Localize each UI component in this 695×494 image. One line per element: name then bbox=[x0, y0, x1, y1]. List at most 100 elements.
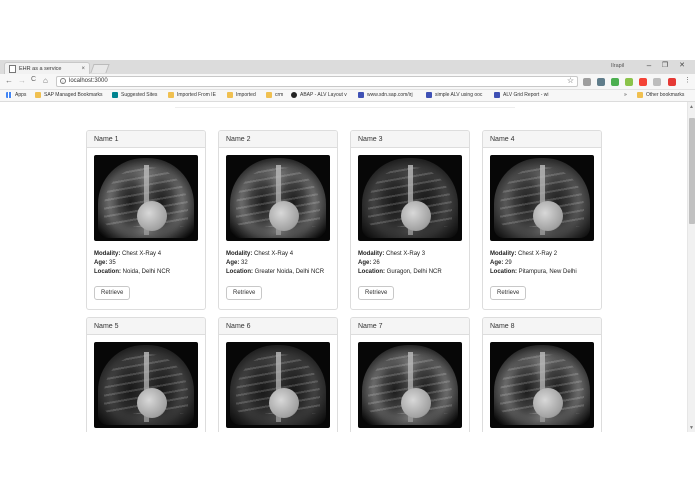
page-lines-icon bbox=[494, 92, 500, 98]
divider bbox=[175, 107, 515, 108]
patient-name: Name 6 bbox=[219, 318, 337, 335]
close-window-button[interactable]: ✕ bbox=[675, 61, 689, 69]
modality-value: Chest X-Ray 4 bbox=[254, 251, 294, 257]
retrieve-button[interactable]: Retrieve bbox=[226, 286, 263, 300]
folder-icon bbox=[637, 92, 643, 98]
bookmark-label: crm bbox=[275, 92, 284, 98]
chest-xray-image[interactable] bbox=[490, 342, 594, 428]
location-value: Greater Noida, Delhi NCR bbox=[254, 269, 325, 275]
patient-card: Name 3 Modality: Chest X-Ray 3 Age: 26 L… bbox=[350, 130, 470, 310]
bookmark-folder[interactable]: crm bbox=[266, 92, 283, 98]
bookmark-item[interactable]: ABAP - ALV Layout v bbox=[291, 92, 347, 98]
scroll-down-icon[interactable]: ▼ bbox=[689, 425, 694, 431]
bookmark-label: Other bookmarks bbox=[646, 92, 685, 98]
bookmark-item[interactable]: www.sdn.sap.com/irj bbox=[358, 92, 413, 98]
retrieve-button[interactable]: Retrieve bbox=[94, 286, 131, 300]
bookmark-folder[interactable]: Imported From IE bbox=[168, 92, 216, 98]
bookmark-item[interactable]: Suggested Sites bbox=[112, 92, 157, 98]
address-bar[interactable]: i localhost:3000 ☆ bbox=[56, 76, 578, 87]
patient-name: Name 5 bbox=[87, 318, 205, 335]
location-value: Pitampura, New Delhi bbox=[518, 269, 577, 275]
patient-name: Name 4 bbox=[483, 131, 601, 148]
folder-icon bbox=[35, 92, 41, 98]
folder-icon bbox=[266, 92, 272, 98]
bookmark-label: Imported From IE bbox=[177, 92, 216, 98]
location-value: Noida, Delhi NCR bbox=[122, 269, 171, 275]
browser-window: EHR as a service × Ilrapil – ❐ ✕ ← → C ⌂… bbox=[0, 60, 695, 432]
bookmark-label: www.sdn.sap.com/irj bbox=[367, 92, 413, 98]
back-icon[interactable]: ← bbox=[5, 76, 13, 85]
chest-xray-image[interactable] bbox=[490, 155, 594, 241]
apps-icon bbox=[6, 92, 12, 98]
folder-icon bbox=[168, 92, 174, 98]
bookmark-folder[interactable]: SAP Managed Bookmarks bbox=[35, 92, 103, 98]
patient-name: Name 7 bbox=[351, 318, 469, 335]
extension-icon[interactable] bbox=[668, 78, 676, 86]
chest-xray-image[interactable] bbox=[358, 155, 462, 241]
browser-toolbar: ← → C ⌂ i localhost:3000 ☆ ⋮ bbox=[0, 74, 695, 90]
chest-xray-image[interactable] bbox=[358, 342, 462, 428]
extension-icon[interactable] bbox=[583, 78, 591, 86]
circle-icon bbox=[291, 92, 297, 98]
reload-icon[interactable]: C bbox=[31, 76, 36, 83]
extension-icon[interactable] bbox=[625, 78, 633, 86]
menu-icon[interactable]: ⋮ bbox=[684, 76, 691, 84]
retrieve-button[interactable]: Retrieve bbox=[358, 286, 395, 300]
patient-name: Name 1 bbox=[87, 131, 205, 148]
patient-card: Name 1 Modality: Chest X-Ray 4 Age: 35 L… bbox=[86, 130, 206, 310]
patient-card: Name 7 bbox=[350, 317, 470, 432]
age-value: 32 bbox=[241, 260, 248, 266]
extension-icon[interactable] bbox=[639, 78, 647, 86]
patient-card: Name 6 bbox=[218, 317, 338, 432]
address-text: localhost:3000 bbox=[69, 78, 108, 84]
maximize-button[interactable]: ❐ bbox=[658, 61, 672, 69]
bookmark-item[interactable]: simple ALV using ooc bbox=[426, 92, 482, 98]
extension-icon[interactable] bbox=[597, 78, 605, 86]
patient-details: Modality: Chest X-Ray 4 Age: 32 Location… bbox=[226, 251, 325, 275]
browser-tab[interactable]: EHR as a service × bbox=[4, 62, 90, 74]
folder-icon bbox=[227, 92, 233, 98]
age-value: 29 bbox=[505, 260, 512, 266]
scrollbar-thumb[interactable] bbox=[689, 118, 695, 224]
minimize-button[interactable]: – bbox=[642, 61, 656, 70]
tab-strip: EHR as a service × Ilrapil – ❐ ✕ bbox=[0, 60, 695, 74]
bookmark-item[interactable]: ALV Grid Report - wi bbox=[494, 92, 548, 98]
screen: EHR as a service × Ilrapil – ❐ ✕ ← → C ⌂… bbox=[0, 0, 695, 494]
bookmark-label: simple ALV using ooc bbox=[435, 92, 483, 98]
bookmarks-overflow-icon[interactable]: » bbox=[624, 92, 627, 98]
bookmark-star-icon[interactable]: ☆ bbox=[567, 76, 574, 85]
location-value: Guragon, Delhi NCR bbox=[386, 269, 442, 275]
patient-details: Modality: Chest X-Ray 3 Age: 26 Location… bbox=[358, 251, 442, 275]
profile-name[interactable]: Ilrapil bbox=[611, 63, 624, 69]
info-icon[interactable]: i bbox=[60, 78, 66, 84]
bookmark-folder[interactable]: Imported bbox=[227, 92, 256, 98]
extension-icon[interactable] bbox=[611, 78, 619, 86]
patient-card: Name 8 bbox=[482, 317, 602, 432]
home-icon[interactable]: ⌂ bbox=[43, 76, 48, 85]
age-value: 26 bbox=[373, 260, 380, 266]
tab-close-icon[interactable]: × bbox=[81, 66, 85, 72]
patient-card: Name 5 bbox=[86, 317, 206, 432]
chest-xray-image[interactable] bbox=[94, 155, 198, 241]
suggested-sites-icon bbox=[112, 92, 118, 98]
retrieve-button[interactable]: Retrieve bbox=[490, 286, 527, 300]
page-viewport: Name 1 Modality: Chest X-Ray 4 Age: 35 L… bbox=[0, 102, 695, 432]
new-tab-button[interactable] bbox=[90, 64, 110, 73]
patient-name: Name 2 bbox=[219, 131, 337, 148]
bookmark-label: Apps bbox=[15, 92, 27, 98]
other-bookmarks[interactable]: Other bookmarks bbox=[637, 92, 684, 98]
forward-icon[interactable]: → bbox=[18, 76, 26, 85]
bookmark-label: ABAP - ALV Layout v bbox=[300, 92, 347, 98]
patient-card: Name 2 Modality: Chest X-Ray 4 Age: 32 L… bbox=[218, 130, 338, 310]
extension-icon[interactable] bbox=[653, 78, 661, 86]
scroll-up-icon[interactable]: ▲ bbox=[689, 104, 694, 110]
chest-xray-image[interactable] bbox=[226, 342, 330, 428]
vertical-scrollbar[interactable]: ▲ ▼ bbox=[687, 102, 695, 432]
patient-card: Name 4 Modality: Chest X-Ray 2 Age: 29 L… bbox=[482, 130, 602, 310]
modality-value: Chest X-Ray 3 bbox=[386, 251, 426, 257]
page-lines-icon bbox=[426, 92, 432, 98]
bookmark-apps[interactable]: Apps bbox=[6, 92, 26, 98]
chest-xray-image[interactable] bbox=[226, 155, 330, 241]
chest-xray-image[interactable] bbox=[94, 342, 198, 428]
age-value: 35 bbox=[109, 260, 116, 266]
